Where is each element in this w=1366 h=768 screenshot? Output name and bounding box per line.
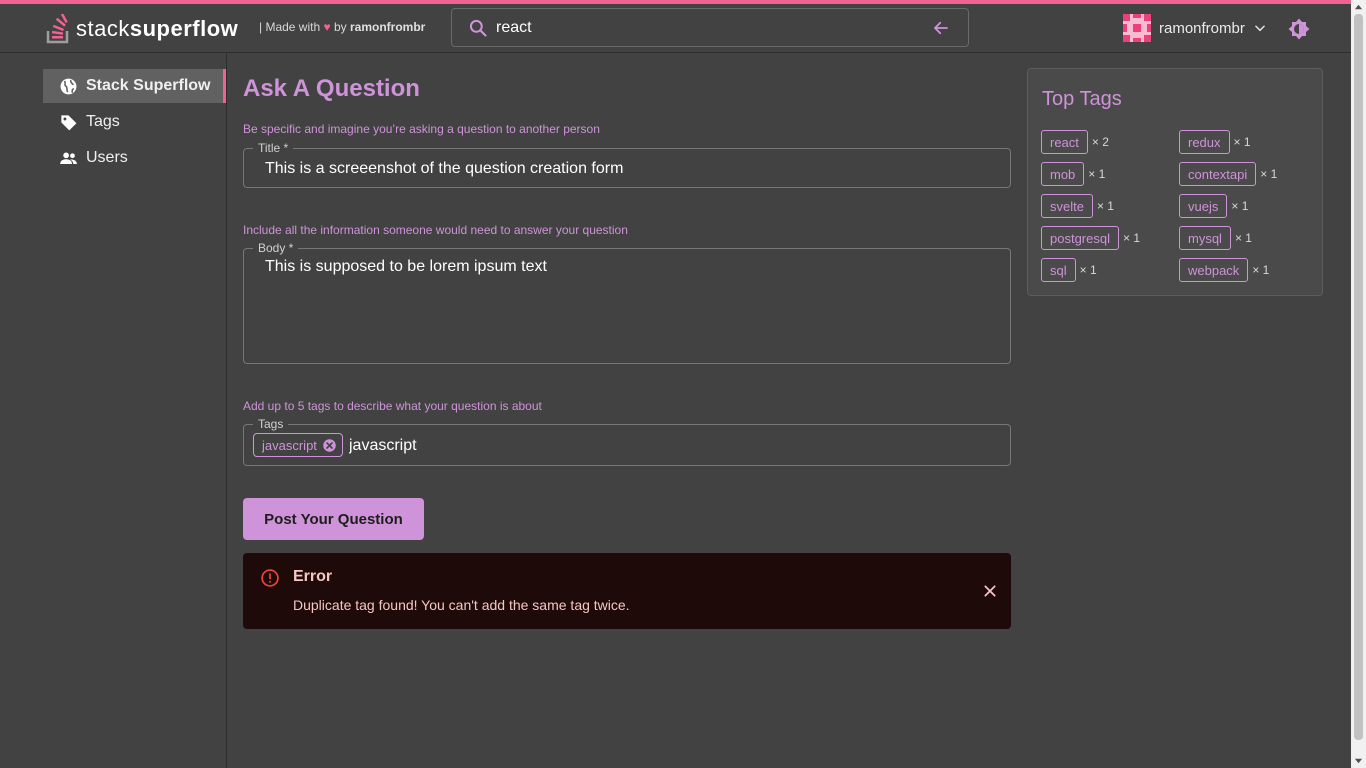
top-tag-item: mysql × 1 (1179, 226, 1252, 250)
remove-tag-icon[interactable] (322, 438, 337, 453)
tags-helper-text: Add up to 5 tags to describe what your q… (243, 399, 542, 413)
tags-input[interactable] (349, 435, 989, 457)
chevron-down-icon (1255, 25, 1265, 32)
alert-title: Error (293, 568, 333, 585)
close-icon[interactable] (983, 584, 997, 598)
tag-chip-webpack[interactable]: webpack (1179, 258, 1249, 282)
logo[interactable]: stacksuperflow (46, 14, 238, 44)
sidebar-item-home[interactable]: Stack Superflow (43, 69, 226, 103)
made-with-label: | Made with (259, 20, 321, 34)
sidebar-item-tags[interactable]: Tags (43, 105, 226, 139)
title-field-label: Title * (253, 141, 294, 155)
tag-count: × 1 (1233, 135, 1251, 149)
tag-chip-postgresql[interactable]: postgresql (1041, 226, 1119, 250)
scroll-down-arrow-icon[interactable] (1354, 756, 1363, 765)
top-tag-item: contextapi × 1 (1179, 162, 1277, 186)
sidebar-item-label: Users (86, 149, 128, 166)
top-tag-item: react × 2 (1041, 130, 1109, 154)
search-icon (469, 19, 487, 37)
app-header: stacksuperflow | Made with ♥ by ramonfro… (0, 4, 1351, 53)
body-textarea[interactable]: This is supposed to be lorem ipsum text (265, 258, 995, 354)
top-tag-item: mob × 1 (1041, 162, 1105, 186)
tag-chip-mob[interactable]: mob (1041, 162, 1085, 186)
tag-chip-contextapi[interactable]: contextapi (1179, 162, 1257, 186)
title-field: Title * (243, 141, 1011, 188)
made-by-label: by (333, 20, 347, 34)
globe-icon (60, 78, 77, 94)
body-helper-text: Include all the information someone woul… (243, 223, 628, 237)
tag-count: × 1 (1079, 263, 1097, 277)
user-menu[interactable]: ramonfrombr (1123, 13, 1267, 43)
tag-icon (61, 114, 77, 130)
title-input[interactable] (265, 158, 995, 180)
tag-count: × 1 (1096, 199, 1114, 213)
tag-chip-label: javascript (262, 437, 317, 453)
tag-count: × 1 (1260, 167, 1278, 181)
sidebar-item-label: Stack Superflow (86, 77, 211, 94)
top-tag-item: svelte × 1 (1041, 194, 1114, 218)
tag-chip-vuejs[interactable]: vuejs (1179, 194, 1228, 218)
error-icon (261, 569, 279, 587)
tag-chip-svelte[interactable]: svelte (1041, 194, 1093, 218)
tag-chip-react[interactable]: react (1041, 130, 1088, 154)
top-tags-panel: Top Tags react × 2 redux × 1 mob × 1 con… (1027, 68, 1323, 296)
tag-chip-redux[interactable]: redux (1179, 130, 1230, 154)
username: ramonfrombr (1159, 19, 1245, 37)
tag-count: × 1 (1252, 263, 1270, 277)
tag-count: × 1 (1122, 231, 1140, 245)
made-with-credit: | Made with ♥ by ramonfrombr (259, 20, 425, 34)
tag-chip-sql[interactable]: sql (1041, 258, 1076, 282)
tag-count: × 1 (1088, 167, 1106, 181)
page-title: Ask A Question (243, 75, 420, 102)
title-helper-text: Be specific and imagine you’re asking a … (243, 122, 600, 136)
avatar (1123, 14, 1151, 42)
search-input[interactable] (496, 17, 916, 39)
alert-message: Duplicate tag found! You can't add the s… (293, 597, 630, 613)
page-scrollbar[interactable] (1351, 0, 1366, 768)
brand-name-bold: superflow (129, 16, 239, 41)
sidebar: Stack Superflow Tags Users (0, 53, 227, 768)
scroll-up-arrow-icon[interactable] (1354, 3, 1363, 12)
heart-icon: ♥ (323, 20, 331, 34)
theme-toggle-icon[interactable] (1287, 17, 1311, 41)
top-tags-title: Top Tags (1042, 88, 1122, 110)
sidebar-item-users[interactable]: Users (43, 141, 226, 175)
tag-chip-mysql[interactable]: mysql (1179, 226, 1231, 250)
search-bar (451, 8, 969, 47)
post-question-button[interactable]: Post Your Question (243, 498, 424, 540)
tag-count: × 1 (1234, 231, 1252, 245)
tags-field-label: Tags (253, 417, 289, 431)
top-tag-item: sql × 1 (1041, 258, 1097, 282)
body-field: Body * This is supposed to be lorem ipsu… (243, 241, 1011, 364)
tag-count: × 1 (1231, 199, 1249, 213)
brand-name-light: stack (76, 16, 130, 41)
sidebar-item-label: Tags (86, 113, 120, 130)
body-field-label: Body * (253, 241, 299, 255)
top-tag-item: redux × 1 (1179, 130, 1251, 154)
logo-icon (46, 14, 69, 44)
top-tag-item: webpack × 1 (1179, 258, 1269, 282)
tags-field: Tags javascript (243, 417, 1011, 466)
tag-chip: javascript (253, 433, 343, 457)
top-tag-item: vuejs × 1 (1179, 194, 1248, 218)
error-alert: Error Duplicate tag found! You can't add… (243, 553, 1011, 629)
author-name[interactable]: ramonfrombr (350, 20, 425, 34)
arrow-left-icon[interactable] (932, 19, 950, 37)
top-tag-item: postgresql × 1 (1041, 226, 1140, 250)
scrollbar-thumb[interactable] (1354, 14, 1363, 740)
brand-name: stacksuperflow (76, 16, 238, 42)
tag-count: × 2 (1091, 135, 1109, 149)
users-icon (60, 151, 77, 164)
